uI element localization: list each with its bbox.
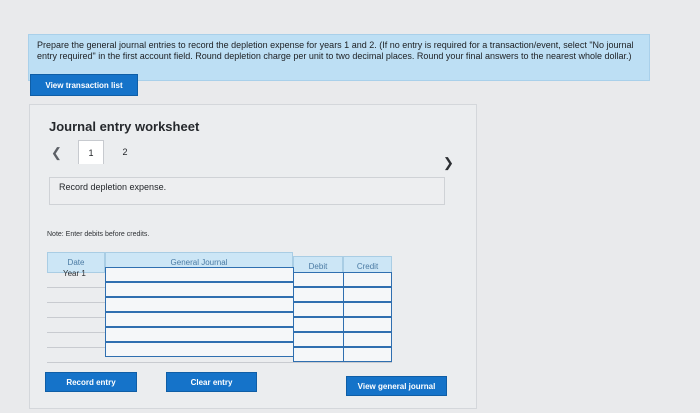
chevron-left-icon[interactable]: ❮ — [51, 146, 62, 159]
worksheet-title: Journal entry worksheet — [49, 119, 200, 134]
credit-input[interactable] — [343, 302, 392, 317]
view-transaction-list-button[interactable]: View transaction list — [30, 74, 138, 96]
date-cell[interactable] — [47, 312, 105, 327]
chevron-right-icon[interactable]: ❯ — [443, 156, 454, 169]
account-input[interactable] — [105, 297, 294, 312]
entry-note: Note: Enter debits before credits. — [47, 231, 150, 238]
record-entry-button[interactable]: Record entry — [45, 372, 137, 392]
account-input[interactable] — [105, 327, 294, 342]
debit-input[interactable] — [293, 347, 344, 362]
date-cell[interactable] — [47, 282, 105, 297]
account-input[interactable] — [105, 342, 294, 357]
date-cell[interactable] — [47, 342, 105, 357]
credit-input[interactable] — [343, 317, 392, 332]
instructions-text: Prepare the general journal entries to r… — [37, 40, 634, 61]
debit-input[interactable] — [293, 302, 344, 317]
credit-input[interactable] — [343, 272, 392, 287]
debit-input[interactable] — [293, 287, 344, 302]
date-cell: Year 1 — [63, 269, 86, 278]
credit-input[interactable] — [343, 347, 392, 362]
account-input[interactable] — [105, 267, 294, 282]
task-text: Record depletion expense. — [59, 182, 167, 192]
clear-entry-button[interactable]: Clear entry — [166, 372, 257, 392]
date-cell[interactable] — [47, 327, 105, 342]
debit-input[interactable] — [293, 317, 344, 332]
credit-input[interactable] — [343, 287, 392, 302]
account-input[interactable] — [105, 282, 294, 297]
credit-input[interactable] — [343, 332, 392, 347]
debit-input[interactable] — [293, 272, 344, 287]
tab-2[interactable]: 2 — [112, 140, 138, 164]
task-description: Record depletion expense. — [49, 177, 445, 205]
account-input[interactable] — [105, 312, 294, 327]
date-cell[interactable] — [47, 297, 105, 312]
view-general-journal-button[interactable]: View general journal — [346, 376, 447, 396]
debit-input[interactable] — [293, 332, 344, 347]
tab-1[interactable]: 1 — [78, 140, 104, 164]
